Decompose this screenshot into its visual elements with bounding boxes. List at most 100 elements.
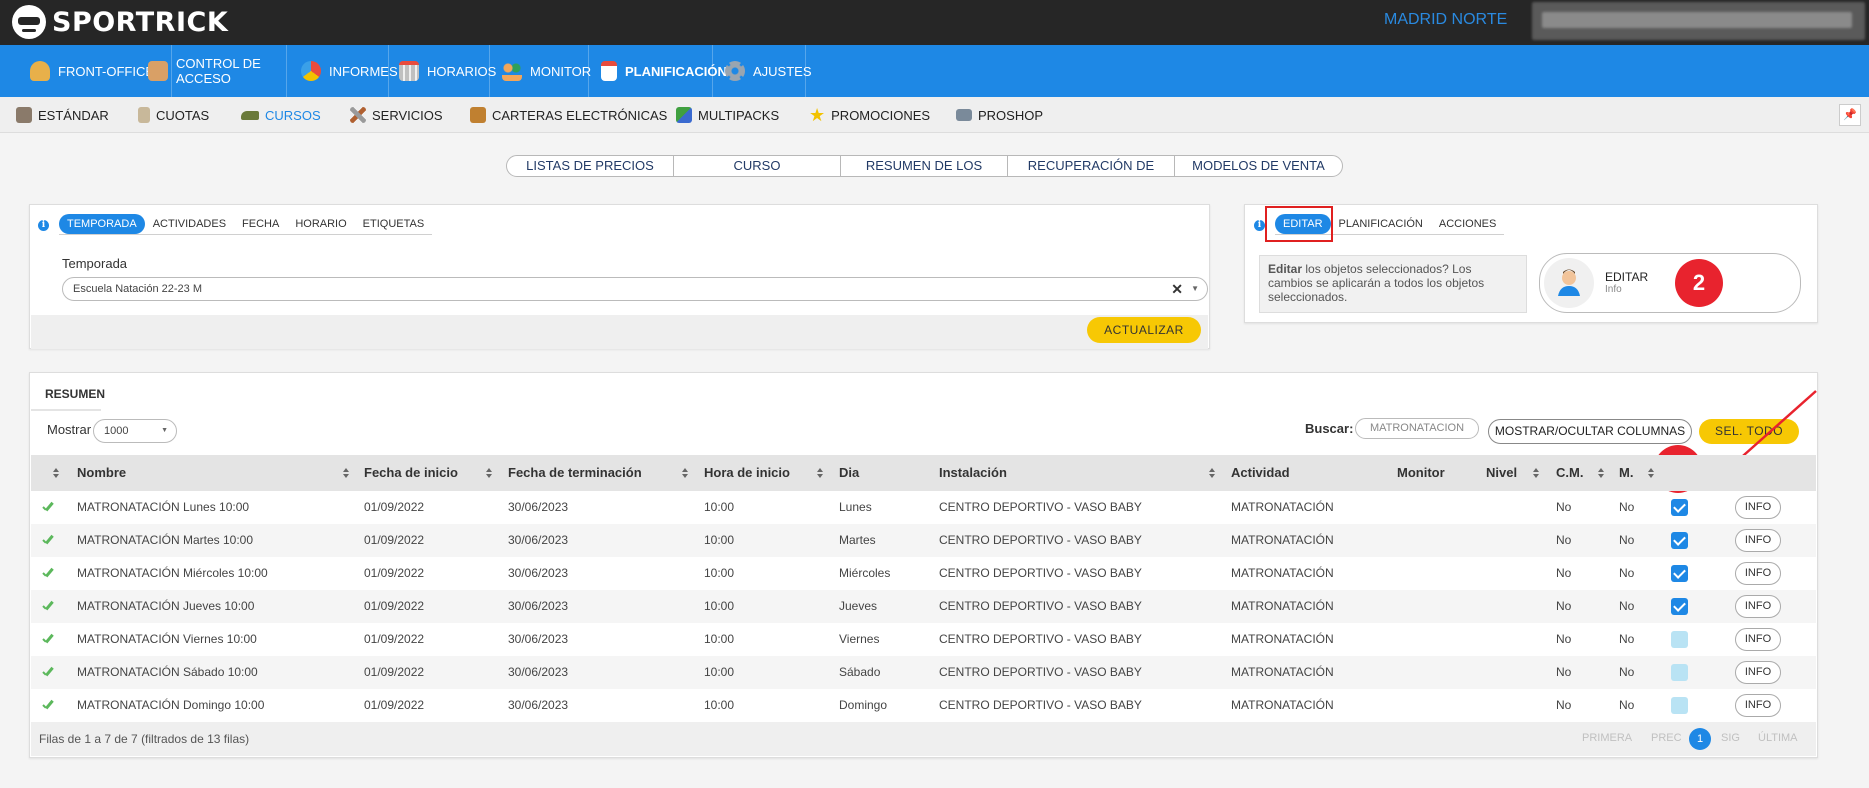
row-info-button[interactable]: INFO	[1735, 562, 1781, 585]
clipboard-icon	[138, 107, 150, 123]
cell-m: No	[1619, 566, 1635, 580]
page-first[interactable]: PRIMERA	[1582, 732, 1632, 744]
col-m[interactable]: M.	[1619, 455, 1633, 491]
nav-control-acceso[interactable]: CONTROL DE ACCESO	[133, 45, 287, 97]
page-prev[interactable]: PREC	[1651, 732, 1682, 744]
col-dia[interactable]: Dia	[839, 455, 859, 491]
row-info-button[interactable]: INFO	[1735, 496, 1781, 519]
chevron-down-icon[interactable]: ▼	[1191, 278, 1199, 300]
nav-informes[interactable]: INFORMES	[287, 45, 398, 97]
col-nivel[interactable]: Nivel	[1486, 455, 1517, 491]
sort-icon[interactable]	[1648, 468, 1655, 478]
summary-tab[interactable]: RESUMEN	[45, 387, 105, 401]
info-icon[interactable]: i	[1254, 220, 1265, 231]
table-row[interactable]: MATRONATACIÓN Miércoles 10:00 01/09/2022 3…	[31, 557, 1816, 590]
info-icon[interactable]: i	[38, 220, 49, 231]
rows-count-text: Filas de 1 a 7 de 7 (filtrados de 13 fil…	[39, 732, 250, 746]
box-icon	[16, 107, 32, 123]
row-info-button[interactable]: INFO	[1735, 595, 1781, 618]
update-button[interactable]: ACTUALIZAR	[1087, 317, 1201, 343]
pill-tab-listas-precios[interactable]: LISTAS DE PRECIOS	[507, 156, 674, 176]
cell-end: 30/06/2023	[508, 632, 569, 646]
col-cm[interactable]: C.M.	[1556, 455, 1583, 491]
checkmark-icon	[43, 602, 55, 611]
row-select-checkbox[interactable]	[1671, 532, 1688, 549]
club-name[interactable]: MADRID NORTE	[1384, 11, 1507, 29]
sort-icon[interactable]	[1209, 468, 1216, 478]
sort-icon[interactable]	[817, 468, 824, 478]
table-row[interactable]: MATRONATACIÓN Jueves 10:00 01/09/2022 30/0…	[31, 590, 1816, 623]
nav-ajustes[interactable]: AJUSTES	[713, 45, 812, 97]
page-last[interactable]: ÚLTIMA	[1758, 732, 1798, 744]
subnav-cursos[interactable]: CURSOS	[241, 97, 321, 133]
pill-tab-resumen-cursos[interactable]: RESUMEN DE LOS CURSOS	[841, 156, 1008, 176]
cell-venue: CENTRO DEPORTIVO - VASO BABY	[939, 698, 1142, 712]
col-instalacion[interactable]: Instalación	[939, 455, 1007, 491]
pill-tab-modelos-venta[interactable]: MODELOS DE VENTA	[1175, 156, 1342, 176]
page-size-select[interactable]: 1000 ▼	[93, 419, 177, 443]
action-tab-planificacion[interactable]: PLANIFICACIÓN	[1331, 214, 1431, 234]
edit-card-button[interactable]: EDITAR Info 2	[1539, 253, 1801, 313]
nav-planificacion[interactable]: PLANIFICACIÓN	[589, 45, 727, 97]
col-actividad[interactable]: Actividad	[1231, 455, 1290, 491]
clear-icon[interactable]: ✕	[1171, 278, 1183, 300]
row-select-checkbox[interactable]	[1671, 598, 1688, 615]
subnav-multipacks[interactable]: MULTIPACKS	[676, 97, 779, 133]
table-row[interactable]: MATRONATACIÓN Lunes 10:00 01/09/2022 30/06…	[31, 491, 1816, 524]
filter-tab-actividades[interactable]: ACTIVIDADES	[145, 214, 234, 234]
row-select-checkbox[interactable]	[1671, 565, 1688, 582]
table-row[interactable]: MATRONATACIÓN Sábado 10:00 01/09/2022 30/0…	[31, 656, 1816, 689]
table-row[interactable]: MATRONATACIÓN Domingo 10:00 01/09/2022 30/…	[31, 689, 1816, 722]
subnav-promociones[interactable]: ★ PROMOCIONES	[809, 97, 930, 133]
sort-icon[interactable]	[1598, 468, 1605, 478]
filter-tab-etiquetas[interactable]: ETIQUETAS	[355, 214, 433, 234]
row-info-button[interactable]: INFO	[1735, 628, 1781, 651]
tools-icon	[350, 107, 366, 123]
col-nombre[interactable]: Nombre	[77, 455, 126, 491]
pill-tab-recuperacion[interactable]: RECUPERACIÓN DE CLASES	[1008, 156, 1175, 176]
pin-icon[interactable]: 📌	[1839, 104, 1861, 126]
cell-start: 01/09/2022	[364, 632, 425, 646]
sort-icon[interactable]	[682, 468, 689, 478]
sort-icon[interactable]	[53, 468, 60, 478]
filter-tab-temporada[interactable]: TEMPORADA	[59, 213, 145, 234]
row-select-checkbox[interactable]	[1671, 499, 1688, 516]
sort-icon[interactable]	[486, 468, 493, 478]
sort-icon[interactable]	[1533, 468, 1540, 478]
subnav-servicios[interactable]: SERVICIOS	[350, 97, 443, 133]
subnav-proshop[interactable]: PROSHOP	[956, 97, 1043, 133]
col-hora-inicio[interactable]: Hora de inicio	[704, 455, 790, 491]
col-fecha-terminacion[interactable]: Fecha de terminación	[508, 455, 642, 491]
subnav-estandar[interactable]: ESTÁNDAR	[16, 97, 109, 133]
season-select[interactable]: Escuela Natación 22-23 M ✕ ▼	[62, 277, 1208, 301]
row-info-button[interactable]: INFO	[1735, 694, 1781, 717]
page-current[interactable]: 1	[1689, 728, 1711, 750]
cell-cm: No	[1556, 500, 1572, 514]
col-fecha-inicio[interactable]: Fecha de inicio	[364, 455, 458, 491]
row-info-button[interactable]: INFO	[1735, 529, 1781, 552]
user-account-blurred[interactable]	[1532, 2, 1865, 40]
nav-horarios[interactable]: HORARIOS	[389, 45, 496, 97]
row-select-checkbox[interactable]	[1671, 664, 1688, 681]
table-row[interactable]: MATRONATACIÓN Martes 10:00 01/09/2022 30/0…	[31, 524, 1816, 557]
sort-icon[interactable]	[343, 468, 350, 478]
filter-tab-horario[interactable]: HORARIO	[287, 214, 354, 234]
col-monitor[interactable]: Monitor	[1397, 455, 1445, 491]
group-icon	[502, 61, 522, 81]
page-next[interactable]: SIG	[1721, 732, 1740, 744]
cell-hour: 10:00	[704, 632, 735, 646]
subnav-carteras[interactable]: CARTERAS ELECTRÓNICAS	[470, 97, 667, 133]
subnav-cuotas[interactable]: CUOTAS	[138, 97, 209, 133]
season-label: Temporada	[62, 256, 128, 271]
row-info-button[interactable]: INFO	[1735, 661, 1781, 684]
row-select-checkbox[interactable]	[1671, 697, 1688, 714]
search-input[interactable]: MATRONATACION	[1355, 418, 1479, 439]
sportrick-logo[interactable]: SPORTRICK	[12, 2, 228, 42]
pill-tab-curso[interactable]: CURSO	[674, 156, 841, 176]
table-row[interactable]: MATRONATACIÓN Viernes 10:00 01/09/2022 30/…	[31, 623, 1816, 656]
nav-monitor[interactable]: MONITOR	[490, 45, 591, 97]
action-tab-acciones[interactable]: ACCIONES	[1431, 214, 1504, 234]
filter-tab-fecha[interactable]: FECHA	[234, 214, 287, 234]
show-hide-columns-button[interactable]: MOSTRAR/OCULTAR COLUMNAS	[1488, 419, 1692, 444]
row-select-checkbox[interactable]	[1671, 631, 1688, 648]
